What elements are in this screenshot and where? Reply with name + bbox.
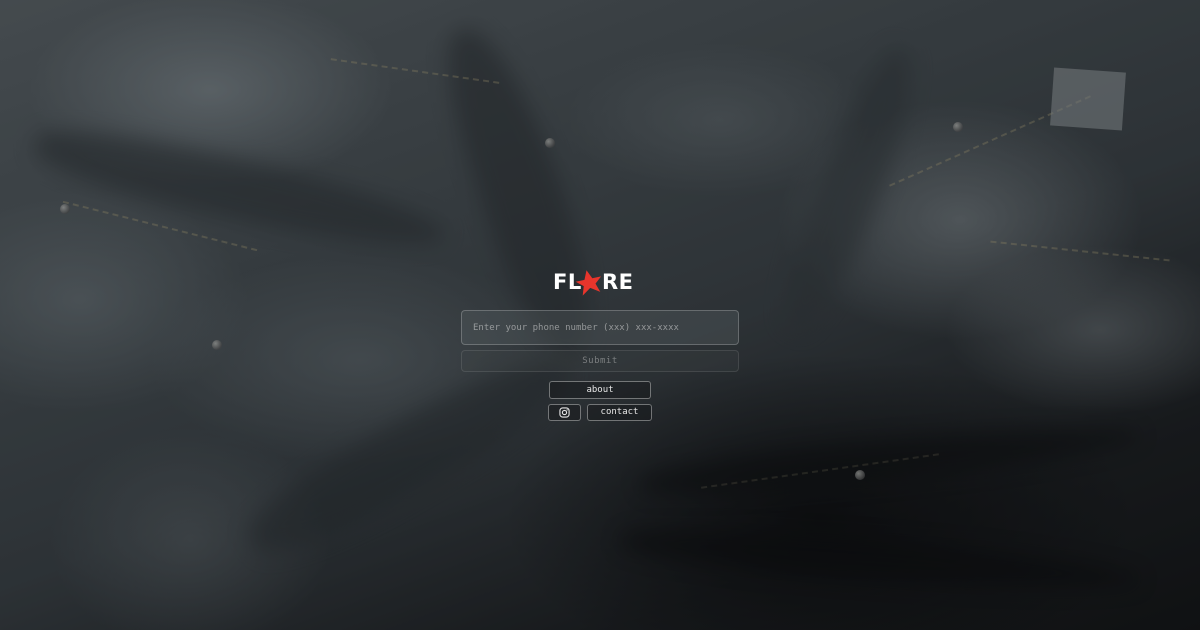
about-button[interactable]: about [549, 381, 651, 399]
contact-button[interactable]: contact [587, 404, 652, 421]
submit-button[interactable]: Submit [461, 350, 739, 372]
logo-text-right: RE [602, 270, 634, 294]
signup-panel: FL RE Submit about contact [0, 0, 1200, 630]
instagram-button[interactable] [548, 404, 581, 421]
instagram-icon [559, 407, 570, 418]
phone-number-input[interactable] [461, 310, 739, 345]
landing-page: FL RE Submit about contact [0, 0, 1200, 630]
brand-logo: FL RE [553, 270, 634, 296]
